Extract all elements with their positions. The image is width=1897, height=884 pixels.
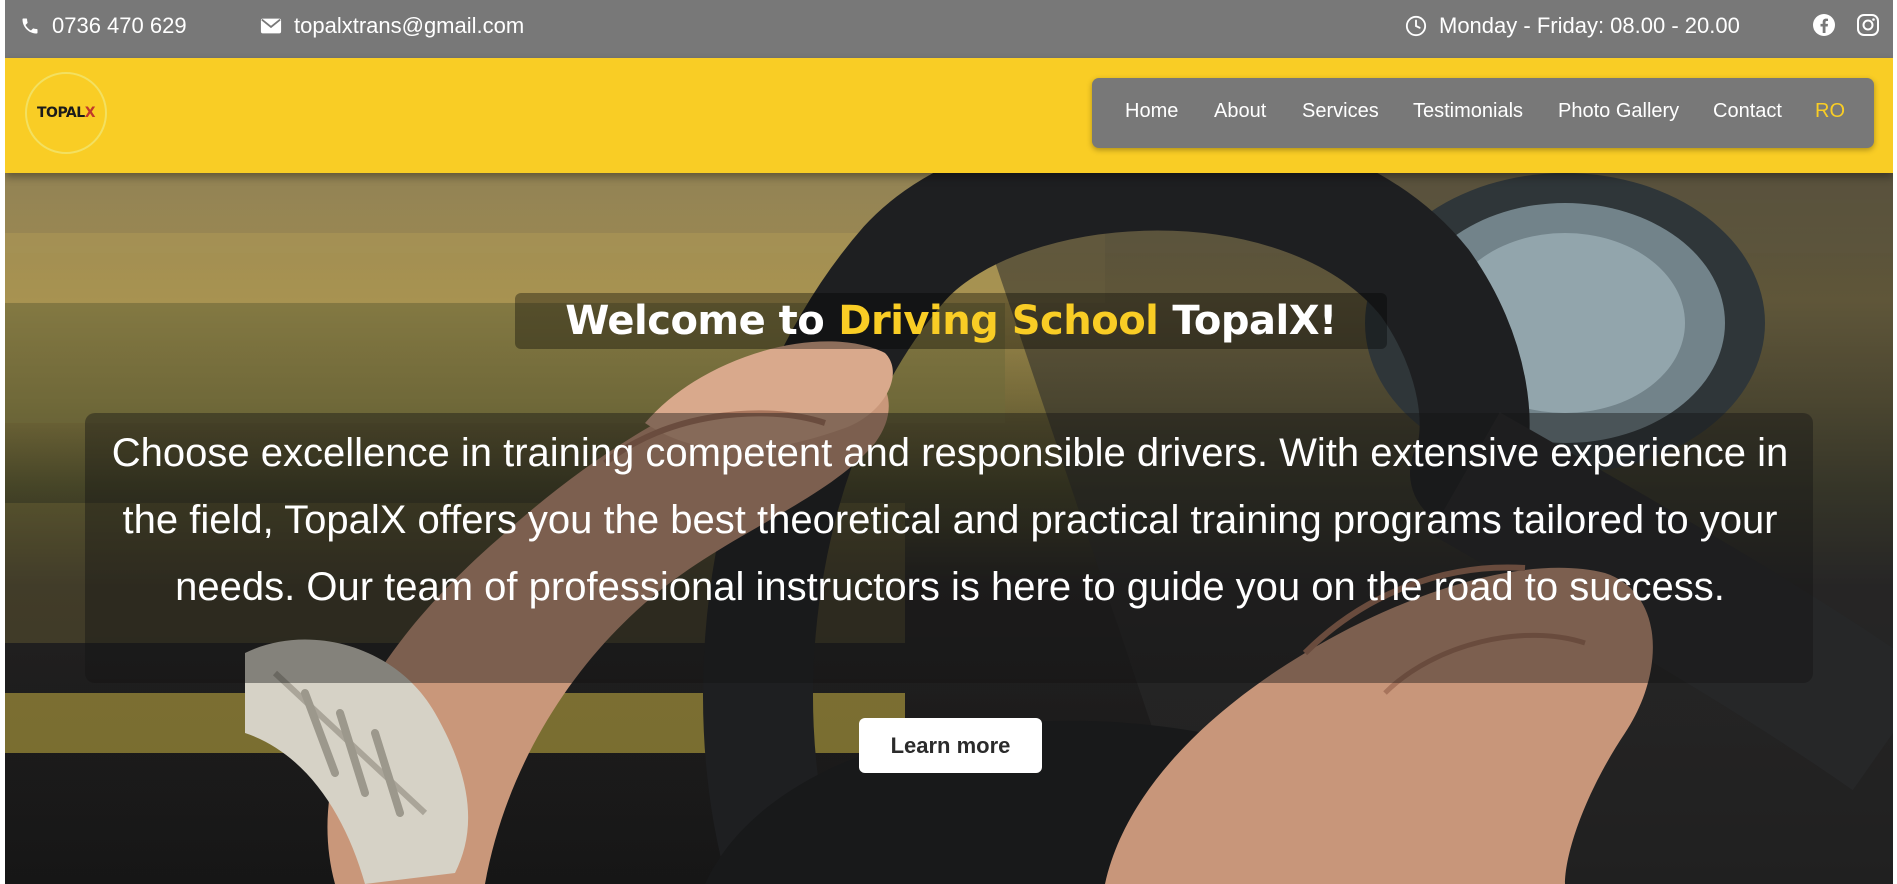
- main-navigation: Home About Services Testimonials Photo G…: [1092, 78, 1874, 148]
- nav-contact[interactable]: Contact: [1713, 100, 1782, 123]
- logo-text: TOPALX: [37, 105, 95, 121]
- phone-icon: [20, 16, 40, 36]
- nav-about[interactable]: About: [1214, 100, 1266, 123]
- hero-section: Welcome to Driving School TopalX! Choose…: [5, 173, 1893, 884]
- learn-more-button[interactable]: Learn more: [859, 718, 1042, 773]
- email-contact[interactable]: topalxtrans@gmail.com: [260, 12, 524, 40]
- nav-services[interactable]: Services: [1302, 100, 1379, 123]
- language-switch-ro[interactable]: RO: [1815, 100, 1845, 123]
- phone-number: 0736 470 629: [52, 13, 187, 38]
- hero-title-suffix: TopalX!: [1172, 298, 1337, 344]
- hero-title-accent: Driving School: [838, 298, 1159, 344]
- nav-testimonials[interactable]: Testimonials: [1413, 100, 1523, 123]
- nav-home[interactable]: Home: [1125, 100, 1178, 123]
- hours-text: Monday - Friday: 08.00 - 20.00: [1439, 13, 1740, 38]
- hero-title-prefix: Welcome to: [565, 298, 825, 344]
- top-info-bar: 0736 470 629 topalxtrans@gmail.com Monda…: [5, 0, 1893, 58]
- topalx-logo[interactable]: TOPALX: [25, 72, 107, 154]
- opening-hours: Monday - Friday: 08.00 - 20.00: [1405, 12, 1740, 40]
- nav-photo-gallery[interactable]: Photo Gallery: [1558, 100, 1679, 123]
- email-address: topalxtrans@gmail.com: [294, 13, 525, 38]
- instagram-icon[interactable]: [1856, 13, 1882, 39]
- site-header: TOPALX Home About Services Testimonials …: [5, 58, 1893, 173]
- hero-intro-text: Choose excellence in training competent …: [111, 431, 1789, 609]
- phone-contact[interactable]: 0736 470 629: [20, 12, 187, 40]
- envelope-icon: [260, 17, 282, 35]
- hero-title: Welcome to Driving School TopalX!: [515, 293, 1387, 349]
- page: 0736 470 629 topalxtrans@gmail.com Monda…: [5, 0, 1893, 884]
- facebook-icon[interactable]: [1812, 13, 1838, 39]
- clock-icon: [1405, 15, 1427, 37]
